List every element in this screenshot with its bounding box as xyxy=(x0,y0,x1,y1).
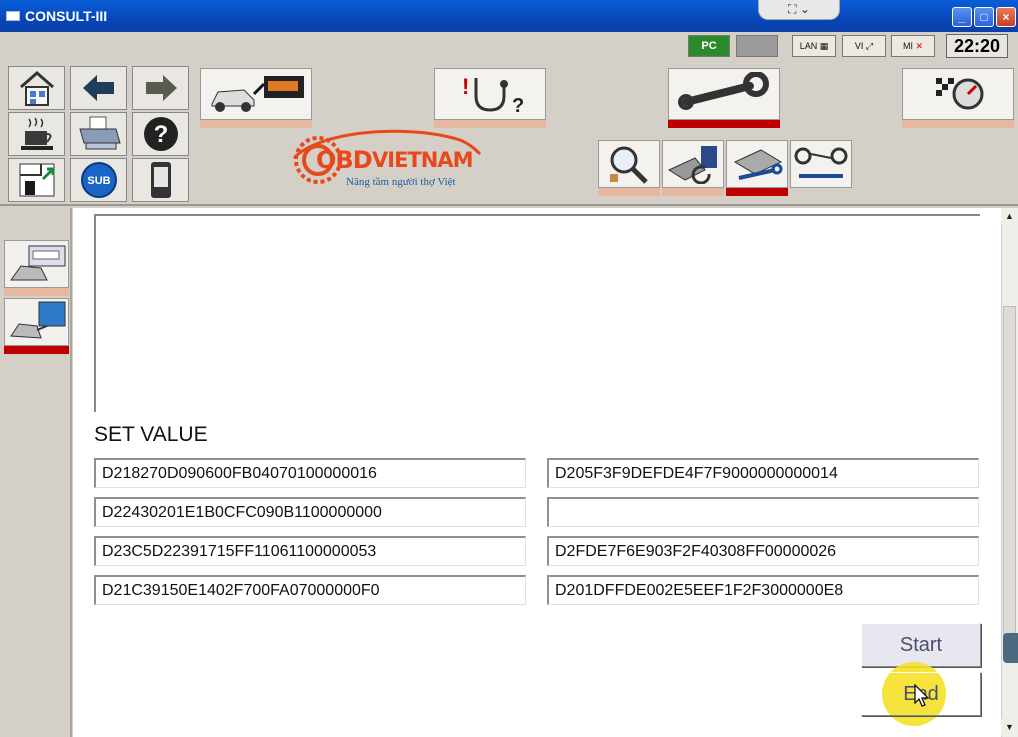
reprogramming-tab-indicator xyxy=(902,120,1014,128)
close-button[interactable]: × xyxy=(996,7,1016,27)
mouse-cursor-icon xyxy=(914,684,930,707)
gears-icon xyxy=(794,147,848,178)
minimize-button[interactable]: _ xyxy=(952,7,972,27)
logo-brand-text: OBD xyxy=(316,146,373,174)
app-icon xyxy=(6,11,20,21)
lan-status-icon: LAN ▦ xyxy=(792,35,836,57)
ecu-refresh-icon xyxy=(667,146,717,184)
title-bar xyxy=(0,0,1018,32)
pc-connection-icon: PC xyxy=(688,35,730,57)
repair-tab[interactable] xyxy=(668,68,780,120)
set-value-field: D23C5D22391715FF11061100000053 xyxy=(94,536,526,566)
capture-toolbar-tab[interactable]: ⛶ ⌄ xyxy=(758,0,840,20)
ecu-wrench-icon xyxy=(733,149,783,180)
set-value-field: D218270D090600FB04070100000016 xyxy=(94,458,526,488)
ecu-data-subtab-indicator xyxy=(662,188,724,196)
wrench-icon xyxy=(678,72,769,110)
ecu-programming-subtab-indicator xyxy=(726,188,788,196)
maximize-button[interactable]: □ xyxy=(974,7,994,27)
vehicle-info-icon xyxy=(9,245,65,281)
side-item-vehicle-info[interactable] xyxy=(4,240,69,288)
home-icon xyxy=(19,71,54,106)
message-text-area xyxy=(94,214,980,412)
start-button[interactable]: Start xyxy=(861,623,981,667)
home-button[interactable] xyxy=(8,66,65,110)
ecu-data-subtab[interactable] xyxy=(662,140,724,188)
set-value-field: D22430201E1B0CFC090B1100000000 xyxy=(94,497,526,527)
back-button[interactable] xyxy=(70,66,127,110)
connection-indicator xyxy=(736,35,778,57)
vi-status-icon: VI ⤢ xyxy=(842,35,886,57)
inspection-subtab-indicator xyxy=(598,188,660,196)
help-glyph: ? xyxy=(153,121,168,148)
lan-label: LAN xyxy=(799,41,818,51)
logo-brand-suffix: VIETNAM xyxy=(372,148,473,172)
mi-label: MI xyxy=(902,41,913,51)
reprogramming-tab[interactable] xyxy=(902,68,1014,120)
mi-status-icon: MI ✕ xyxy=(891,35,935,57)
set-value-field: D205F3F9DEFDE4F7F9000000000014 xyxy=(547,458,979,488)
set-value-field xyxy=(547,497,979,527)
parts-config-subtab[interactable] xyxy=(790,140,852,188)
printer-icon xyxy=(78,116,121,150)
ecu-programming-subtab[interactable] xyxy=(726,140,788,188)
side-item-ecu-connection[interactable] xyxy=(4,298,69,346)
scroll-down-arrow[interactable]: ▼ xyxy=(1001,719,1018,735)
coffee-icon xyxy=(20,117,53,150)
set-value-field: D201DFFDE002E5EEF1F2F3000000E8 xyxy=(547,575,979,605)
scroll-up-arrow[interactable]: ▲ xyxy=(1001,208,1018,224)
inspection-subtab[interactable] xyxy=(598,140,660,188)
help-icon: ? xyxy=(143,117,178,151)
forward-button[interactable] xyxy=(132,66,189,110)
clock: 22:20 xyxy=(946,34,1008,58)
standby-button[interactable] xyxy=(8,112,65,156)
ecu-connection-icon xyxy=(9,301,65,339)
forward-arrow-icon xyxy=(145,75,177,101)
stethoscope-icon: !? xyxy=(462,74,524,116)
svg-text:!: ! xyxy=(462,74,469,99)
repair-tab-indicator xyxy=(668,120,780,128)
vehicle-connect-tab[interactable] xyxy=(200,68,312,120)
window-title: CONSULT-III xyxy=(25,8,108,24)
sub-label: SUB xyxy=(87,175,110,187)
print-button[interactable] xyxy=(70,112,127,156)
diagnosis-tab[interactable]: !? xyxy=(434,68,546,120)
sub-icon: SUB xyxy=(80,162,117,198)
screen-capture-button[interactable] xyxy=(8,158,65,202)
side-tab-handle[interactable] xyxy=(1003,633,1018,663)
set-value-label: SET VALUE xyxy=(94,423,208,446)
side-item-vehicle-info-indicator xyxy=(4,288,69,296)
magnifier-icon xyxy=(610,146,648,184)
screen-capture-icon xyxy=(19,163,54,197)
racing-flag-icon xyxy=(936,78,984,110)
set-value-field: D21C39150E1402F700FA07000000F0 xyxy=(94,575,526,605)
back-arrow-icon xyxy=(82,75,114,101)
vehicle-connect-icon xyxy=(211,76,304,112)
device-icon xyxy=(150,162,171,198)
device-button[interactable] xyxy=(132,158,189,202)
set-value-field: D2FDE7F6E903F2F40308FF00000026 xyxy=(547,536,979,566)
help-button[interactable]: ? xyxy=(132,112,189,156)
svg-text:?: ? xyxy=(512,95,524,116)
side-item-ecu-connection-indicator xyxy=(4,346,69,354)
sub-button[interactable]: SUB xyxy=(70,158,127,202)
logo-slogan: Nâng tầm người thợ Việt xyxy=(346,176,456,188)
vi-label: VI xyxy=(854,41,864,51)
scrollbar-thumb[interactable] xyxy=(1003,306,1016,636)
